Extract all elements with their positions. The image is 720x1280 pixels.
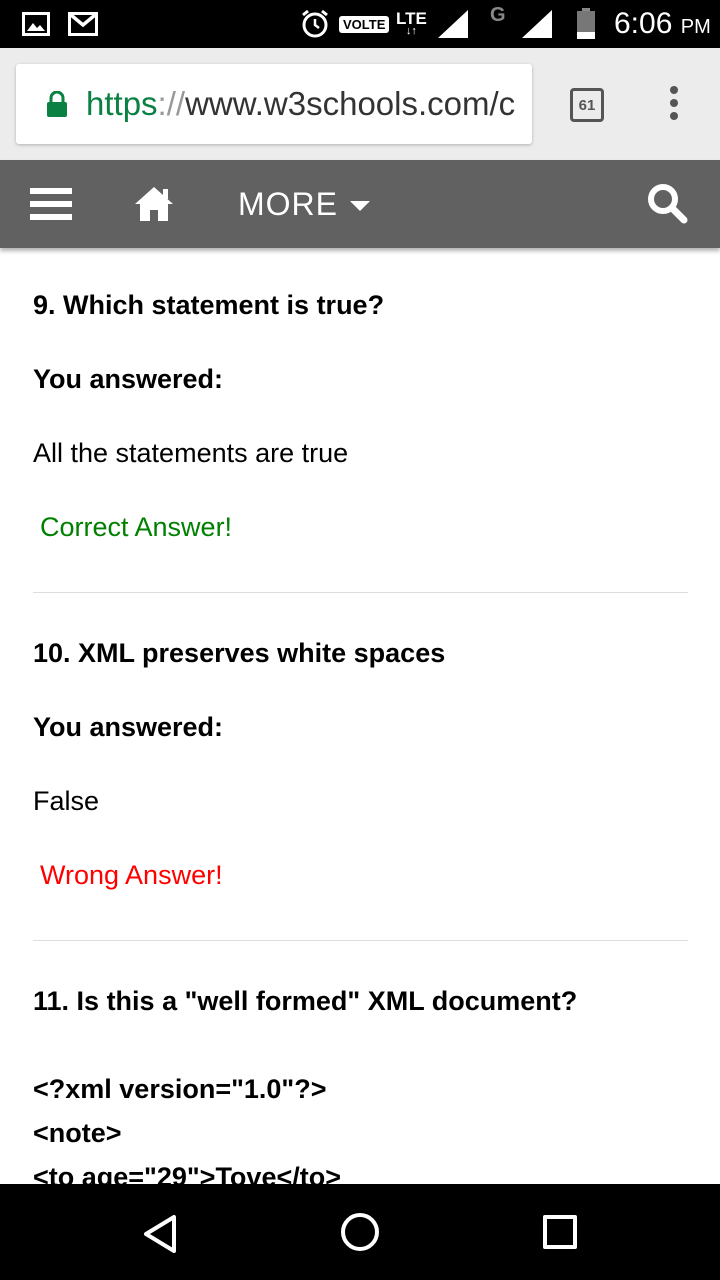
more-menu-button[interactable]: MORE [238, 160, 370, 248]
answer-9: All the statements are true [33, 438, 349, 468]
caret-down-icon [350, 201, 370, 211]
signal-strength-2-icon [520, 0, 554, 48]
lte-indicator: LTE ↓↑ [396, 8, 427, 37]
hamburger-menu-icon[interactable] [30, 188, 72, 222]
battery-icon [576, 0, 596, 48]
code-line: <to age="29">Tove</to> [33, 1162, 341, 1184]
volte-badge: VOLTE [339, 0, 390, 48]
code-line: <note> [33, 1118, 122, 1148]
answered-label-10: You answered: [33, 712, 224, 742]
clock: 6:06 PM [614, 7, 711, 40]
back-icon[interactable] [142, 1214, 178, 1259]
address-bar[interactable]: https://www.w3schools.com/c [16, 64, 532, 144]
quiz-results: 9. Which statement is true? You answered… [0, 248, 720, 1184]
image-notification-icon [22, 0, 50, 48]
answer-10: False [33, 786, 100, 816]
divider [33, 940, 688, 941]
home-icon[interactable] [133, 184, 175, 224]
browser-toolbar: https://www.w3schools.com/c 61 [0, 48, 720, 160]
more-label: MORE [238, 185, 338, 222]
divider [33, 592, 688, 593]
tab-switcher-button[interactable]: 61 [570, 88, 604, 122]
question-9: 9. Which statement is true? [33, 290, 385, 320]
network-type-g: G [490, 4, 506, 26]
question-10: 10. XML preserves white spaces [33, 638, 446, 668]
android-nav-bar [0, 1184, 720, 1280]
question-11: 11. Is this a "well formed" XML document… [33, 986, 578, 1016]
result-10-wrong: Wrong Answer! [40, 860, 223, 890]
code-line: <?xml version="1.0"?> [33, 1074, 327, 1104]
search-icon[interactable] [646, 182, 688, 229]
url-text: https://www.w3schools.com/c [86, 85, 516, 122]
result-9-correct: Correct Answer! [40, 512, 233, 542]
signal-strength-icon [436, 0, 470, 48]
menu-overflow-icon[interactable] [664, 86, 684, 126]
lock-icon [46, 90, 68, 117]
gmail-icon [68, 0, 98, 48]
site-navbar: MORE [0, 160, 720, 248]
home-circle-icon[interactable] [341, 1213, 379, 1251]
status-bar: VOLTE LTE ↓↑ G 6:06 PM [0, 0, 720, 48]
alarm-icon [300, 0, 330, 48]
answered-label-9: You answered: [33, 364, 224, 394]
recent-apps-icon[interactable] [543, 1215, 577, 1249]
